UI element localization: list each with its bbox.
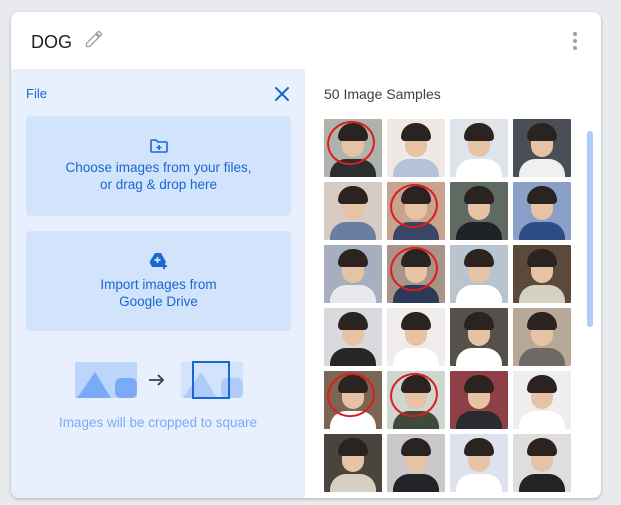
pencil-icon[interactable]	[84, 29, 104, 49]
image-thumbnail[interactable]	[324, 182, 382, 240]
folder-plus-icon	[149, 139, 168, 153]
image-thumbnail[interactable]	[450, 245, 508, 303]
image-thumbnail[interactable]	[387, 182, 445, 240]
image-thumbnail[interactable]	[450, 434, 508, 492]
person-hair	[527, 375, 557, 393]
person-hair	[464, 186, 494, 204]
red-circle-annotation	[387, 182, 443, 233]
image-thumbnail[interactable]	[387, 371, 445, 429]
image-thumbnail[interactable]	[387, 119, 445, 177]
person-shirt	[456, 348, 502, 366]
person-shirt	[456, 285, 502, 303]
person-shirt	[330, 222, 376, 240]
upload-panel: File Choose images from your files, or d…	[11, 69, 305, 498]
card-header: DOG	[11, 12, 601, 70]
image-thumbnail[interactable]	[513, 371, 571, 429]
dataset-card: DOG File Choose images from your files, …	[11, 12, 601, 498]
image-thumbnail[interactable]	[513, 245, 571, 303]
image-thumbnail[interactable]	[387, 434, 445, 492]
image-sample-grid	[324, 119, 574, 498]
samples-title: 50 Image Samples	[324, 86, 441, 102]
person-hair	[338, 438, 368, 456]
person-hair	[338, 249, 368, 267]
person-hair	[464, 249, 494, 267]
person-hair	[464, 312, 494, 330]
person-hair	[338, 312, 368, 330]
drive-tile-line2: Google Drive	[119, 294, 198, 309]
red-circle-annotation	[387, 245, 443, 296]
image-thumbnail[interactable]	[450, 371, 508, 429]
image-thumbnail[interactable]	[387, 308, 445, 366]
crop-note: Images will be cropped to square	[58, 415, 258, 430]
upload-tile-line2: or drag & drop here	[99, 177, 218, 192]
person-shirt	[456, 159, 502, 177]
person-shirt	[519, 285, 565, 303]
red-circle-annotation	[387, 371, 443, 422]
person-shirt	[519, 348, 565, 366]
image-thumbnail[interactable]	[513, 119, 571, 177]
person-hair	[527, 249, 557, 267]
person-shirt	[519, 411, 565, 429]
image-thumbnail[interactable]	[513, 308, 571, 366]
choose-files-button[interactable]: Choose images from your files, or drag &…	[26, 116, 291, 216]
google-drive-button[interactable]: Import images from Google Drive	[26, 231, 291, 331]
person-shirt	[456, 411, 502, 429]
more-vert-icon[interactable]	[571, 32, 579, 52]
person-hair	[527, 186, 557, 204]
person-hair	[401, 123, 431, 141]
image-thumbnail[interactable]	[324, 434, 382, 492]
scrollbar[interactable]	[587, 131, 593, 327]
person-shirt	[330, 285, 376, 303]
class-name-title[interactable]: DOG	[31, 32, 72, 53]
drive-add-icon	[149, 253, 167, 269]
person-shirt	[393, 348, 439, 366]
image-thumbnail[interactable]	[513, 182, 571, 240]
image-thumbnail[interactable]	[324, 371, 382, 429]
samples-panel: 50 Image Samples	[305, 69, 601, 498]
person-hair	[527, 123, 557, 141]
image-thumbnail[interactable]	[450, 119, 508, 177]
image-thumbnail[interactable]	[450, 308, 508, 366]
image-thumbnail[interactable]	[450, 182, 508, 240]
image-thumbnail[interactable]	[324, 245, 382, 303]
person-shirt	[456, 474, 502, 492]
close-icon[interactable]	[273, 85, 291, 103]
person-hair	[464, 375, 494, 393]
person-shirt	[330, 474, 376, 492]
person-hair	[401, 312, 431, 330]
crop-diagram-icon	[75, 361, 243, 399]
red-circle-annotation	[324, 119, 380, 170]
person-hair	[338, 186, 368, 204]
person-shirt	[519, 159, 565, 177]
image-thumbnail[interactable]	[324, 119, 382, 177]
section-label: File	[26, 86, 47, 101]
person-shirt	[519, 474, 565, 492]
person-shirt	[456, 222, 502, 240]
upload-tile-line1: Choose images from your files,	[65, 160, 252, 175]
person-hair	[464, 123, 494, 141]
person-shirt	[393, 159, 439, 177]
person-shirt	[330, 348, 376, 366]
person-hair	[464, 438, 494, 456]
image-thumbnail[interactable]	[513, 434, 571, 492]
person-shirt	[519, 222, 565, 240]
person-hair	[527, 438, 557, 456]
image-thumbnail[interactable]	[324, 308, 382, 366]
drive-tile-line1: Import images from	[100, 277, 217, 292]
person-hair	[527, 312, 557, 330]
person-shirt	[393, 474, 439, 492]
red-circle-annotation	[324, 371, 380, 422]
person-hair	[401, 438, 431, 456]
image-thumbnail[interactable]	[387, 245, 445, 303]
